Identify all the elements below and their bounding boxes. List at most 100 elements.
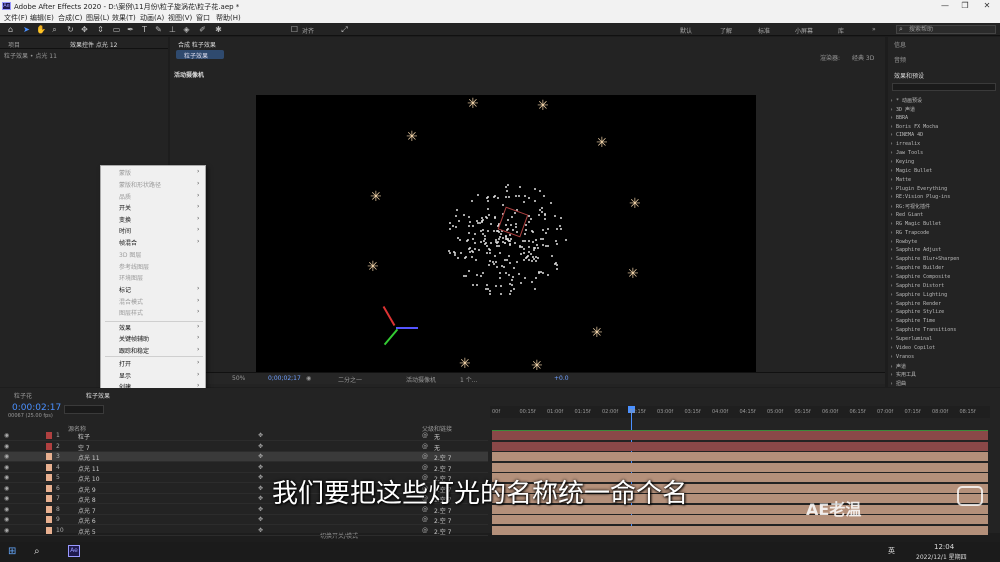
context-menu-item[interactable]: 变换 [119, 215, 131, 224]
effects-category-item[interactable]: › Sapphire Blur+Sharpen [890, 256, 959, 262]
visibility-eye-icon[interactable]: ◉ [4, 516, 9, 523]
layer-row[interactable]: ◉ 9 点光 6 ✥ @2.空 7 [0, 515, 488, 525]
timeline-tab-1[interactable]: 粒子花 [14, 391, 32, 400]
renderer-value[interactable]: 经典 3D [852, 53, 874, 62]
effects-category-item[interactable]: › Red Giant [890, 212, 923, 218]
effects-category-item[interactable]: › * 动画预设 [890, 97, 922, 104]
layer-name[interactable]: 点光 6 [78, 516, 96, 525]
context-menu-item[interactable]: 关键帧辅助 [119, 334, 149, 343]
menu-composition[interactable]: 合成(C) [58, 13, 82, 23]
menu-layer[interactable]: 图层(L) [86, 13, 109, 23]
visibility-eye-icon[interactable]: ◉ [4, 432, 9, 439]
layer-track-bar[interactable] [492, 441, 988, 451]
zoom-tool-icon[interactable]: ⌕ [50, 25, 59, 34]
layer-track-bar[interactable] [492, 525, 988, 535]
shy-switch-icon[interactable]: ✥ [258, 443, 263, 450]
effects-category-item[interactable]: › Vranos [890, 354, 914, 360]
help-search-input[interactable]: 搜索帮助 [896, 25, 996, 34]
menu-window[interactable]: 窗口 [196, 13, 210, 23]
effects-category-item[interactable]: › Plugin Everything [890, 186, 947, 192]
visibility-eye-icon[interactable]: ◉ [4, 506, 9, 513]
effects-category-item[interactable]: › 扭曲 [890, 380, 906, 387]
effects-category-item[interactable]: › Rowbyte [890, 239, 917, 245]
parent-dropdown[interactable]: 无 [434, 443, 440, 452]
context-menu-item[interactable]: 开关 [119, 203, 131, 212]
shy-switch-icon[interactable]: ✥ [258, 474, 263, 481]
layer-name[interactable]: 点光 11 [78, 453, 100, 462]
visibility-eye-icon[interactable]: ◉ [4, 474, 9, 481]
context-menu-item[interactable]: 帧混合 [119, 238, 137, 247]
effects-category-item[interactable]: › Matte [890, 177, 911, 183]
workspace-small-screen[interactable]: 小屏幕 [795, 26, 813, 35]
effects-category-item[interactable]: › RE:Vision Plug-ins [890, 194, 950, 200]
orbit-tool-icon[interactable]: ↻ [66, 25, 75, 34]
pickwhip-icon[interactable]: @ [422, 516, 428, 523]
exposure-value[interactable]: +0.0 [554, 375, 569, 382]
effects-category-item[interactable]: › 3D 声道 [890, 106, 915, 113]
effects-category-item[interactable]: › RG:可视化插件 [890, 203, 930, 210]
search-taskbar-icon[interactable]: ⌕ [34, 546, 40, 557]
shy-switch-icon[interactable]: ✥ [258, 527, 263, 534]
shy-switch-icon[interactable]: ✥ [258, 485, 263, 492]
effects-search-input[interactable] [892, 83, 996, 91]
effects-category-item[interactable]: › Superluminal [890, 336, 932, 342]
timeline-timecode[interactable]: 0:00:02:17 [12, 403, 61, 413]
shy-switch-icon[interactable]: ✥ [258, 432, 263, 439]
layer-track-bar[interactable] [492, 462, 988, 472]
effects-category-item[interactable]: › Video Copilot [890, 345, 935, 351]
ime-indicator[interactable]: 英 [888, 546, 895, 556]
layer-track-bar[interactable] [492, 452, 988, 461]
selection-tool-icon[interactable]: ➤ [22, 25, 31, 34]
after-effects-taskbar-icon[interactable]: Ae [68, 545, 80, 557]
context-menu-item[interactable]: 时间 [119, 226, 131, 235]
pickwhip-icon[interactable]: @ [422, 453, 428, 460]
context-menu-item[interactable]: 跟踪和稳定 [119, 346, 149, 355]
layer-track-bar[interactable] [492, 515, 988, 524]
effects-category-item[interactable]: › Magic Bullet [890, 168, 932, 174]
effects-category-item[interactable]: › Boris FX Mocha [890, 124, 938, 130]
visibility-eye-icon[interactable]: ◉ [4, 485, 9, 492]
layer-row[interactable]: ◉ 4 点光 11 ✥ @2.空 7 [0, 463, 488, 473]
effects-category-item[interactable]: › irrealix [890, 141, 920, 147]
roto-tool-icon[interactable]: ✐ [198, 25, 207, 34]
effects-category-item[interactable]: › RG Trapcode [890, 230, 929, 236]
layer-row[interactable]: ◉ 2 空 7 ✥ @ 无 [0, 442, 488, 452]
label-color-swatch[interactable] [46, 442, 52, 450]
effects-presets-tab[interactable]: 效果和预设 [894, 71, 924, 80]
eraser-tool-icon[interactable]: ◈ [182, 25, 191, 34]
puppet-tool-icon[interactable]: ✱ [214, 25, 223, 34]
workspace-standard[interactable]: 标准 [758, 26, 770, 35]
info-tab[interactable]: 信息 [894, 40, 906, 49]
context-menu-item[interactable]: 标记 [119, 285, 131, 294]
pickwhip-icon[interactable]: @ [422, 443, 428, 450]
menu-help[interactable]: 帮助(H) [216, 13, 241, 23]
workspace-learn[interactable]: 了解 [720, 26, 732, 35]
layer-name[interactable]: 点光 11 [78, 464, 100, 473]
effects-category-item[interactable]: › CINEMA 4D [890, 132, 923, 138]
rect-tool-icon[interactable]: ▭ [112, 25, 121, 34]
effects-category-item[interactable]: › Sapphire Lighting [890, 292, 947, 298]
effects-category-item[interactable]: › Sapphire Distort [890, 283, 944, 289]
shy-switch-icon[interactable]: ✥ [258, 453, 263, 460]
effects-category-item[interactable]: › Sapphire Time [890, 318, 935, 324]
parent-dropdown[interactable]: 无 [434, 432, 440, 441]
parent-dropdown[interactable]: 2.空 7 [434, 453, 451, 462]
current-time[interactable]: 0;00;02;17 [268, 375, 301, 382]
audio-tab[interactable]: 音频 [894, 55, 906, 64]
shy-switch-icon[interactable]: ✥ [258, 464, 263, 471]
effects-category-item[interactable]: › Sapphire Transitions [890, 327, 956, 333]
effects-category-item[interactable]: › Keying [890, 159, 914, 165]
layer-name[interactable]: 空 7 [78, 443, 90, 452]
pickwhip-icon[interactable]: @ [422, 527, 428, 534]
view-dropdown[interactable]: 活动摄像机 [406, 375, 436, 384]
layer-name[interactable]: 粒子 [78, 432, 90, 441]
workspace-library[interactable]: 库 [838, 26, 844, 35]
maximize-icon[interactable]: ❐ [960, 1, 970, 11]
layer-name[interactable]: 点光 8 [78, 495, 96, 504]
pickwhip-icon[interactable]: @ [422, 432, 428, 439]
workspace-default[interactable]: 默认 [680, 26, 692, 35]
pen-tool-icon[interactable]: ✒ [126, 25, 135, 34]
snapshot-icon[interactable]: ◉ [306, 375, 311, 382]
gizmo-z-axis[interactable] [396, 327, 418, 329]
label-color-swatch[interactable] [46, 526, 52, 534]
